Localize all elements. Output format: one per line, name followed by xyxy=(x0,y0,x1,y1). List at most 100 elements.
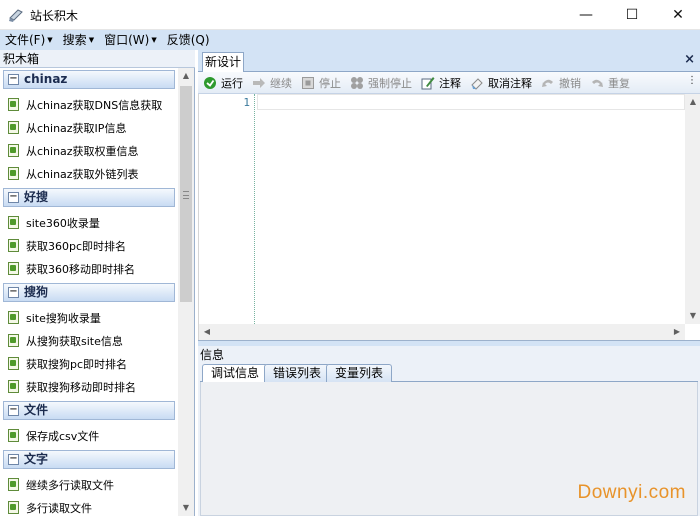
toolbox-item-label: 多行读取文件 xyxy=(26,502,92,515)
minimize-button[interactable]: — xyxy=(563,0,609,30)
group-header[interactable]: − 文件 xyxy=(3,401,175,420)
group-title: 好搜 xyxy=(24,190,49,204)
toolbox-item[interactable]: 继续多行读取文件 xyxy=(8,474,176,496)
collapse-icon[interactable]: − xyxy=(8,74,19,85)
comment-icon xyxy=(420,75,435,90)
uncomment-button[interactable]: 取消注释 xyxy=(469,73,532,93)
maximize-button[interactable]: ☐ xyxy=(609,0,655,30)
scroll-up-icon[interactable]: ▲ xyxy=(178,68,194,84)
menu-file[interactable]: 文件(F) ▼ xyxy=(0,30,58,50)
tool-block-icon xyxy=(8,501,20,515)
toolbar-overflow-icon[interactable]: ⋮ xyxy=(687,75,697,86)
tool-block-icon xyxy=(8,98,20,112)
tab-variable-list[interactable]: 变量列表 xyxy=(326,364,393,382)
watermark-text: Downyi.com xyxy=(577,482,686,503)
current-line-input[interactable] xyxy=(257,94,685,110)
tab-new-design[interactable]: 新设计 xyxy=(202,52,244,72)
scroll-right-icon[interactable]: ▶ xyxy=(669,324,685,340)
grip-icon xyxy=(183,191,189,199)
menu-feedback[interactable]: 反馈(Q) xyxy=(162,30,215,50)
toolbox-item-label: 获取搜狗pc即时排名 xyxy=(26,358,128,371)
toolbox-item[interactable]: 从chinaz获取DNS信息获取 xyxy=(8,94,176,116)
redo-button[interactable]: 重复 xyxy=(589,73,630,93)
tab-debug-info[interactable]: 调试信息 xyxy=(202,364,269,382)
scroll-up-icon[interactable]: ▲ xyxy=(685,94,700,110)
window-title: 站长积木 xyxy=(30,9,79,23)
collapse-icon[interactable]: − xyxy=(8,192,19,203)
scroll-thumb[interactable] xyxy=(180,86,192,302)
undo-button[interactable]: 撤销 xyxy=(540,73,581,93)
toolbox-item[interactable]: 从chinaz获取权重信息 xyxy=(8,140,176,162)
menu-bar: 文件(F) ▼ 搜索 ▼ 窗口(W) ▼ 反馈(Q) xyxy=(0,30,700,50)
line-number: 1 xyxy=(243,96,250,109)
group-header[interactable]: − 好搜 xyxy=(3,188,175,207)
toolbox-item-label: 从chinaz获取IP信息 xyxy=(26,122,127,135)
stop-button[interactable]: 停止 xyxy=(300,73,341,93)
redo-icon xyxy=(589,75,604,90)
tab-error-list[interactable]: 错误列表 xyxy=(264,364,331,382)
toolbox-scrollbar[interactable]: ▲ ▼ xyxy=(178,68,194,516)
menu-search[interactable]: 搜索 ▼ xyxy=(58,30,99,50)
undo-icon xyxy=(540,75,555,90)
scroll-down-icon[interactable]: ▼ xyxy=(178,500,194,516)
toolbox-item[interactable]: 从搜狗获取site信息 xyxy=(8,330,176,352)
toolbox-item-label: 获取搜狗移动即时排名 xyxy=(26,381,136,394)
toolbox-item-label: site360收录量 xyxy=(26,217,100,230)
group-title: 文件 xyxy=(24,403,49,417)
collapse-icon[interactable]: − xyxy=(8,405,19,416)
code-editor[interactable]: 1 ▲ ▼ ◀ ▶ xyxy=(198,94,700,340)
line-number-gutter: 1 xyxy=(199,94,255,324)
run-icon xyxy=(202,75,217,90)
uncomment-icon xyxy=(469,75,484,90)
run-button[interactable]: 运行 xyxy=(202,73,243,93)
app-icon xyxy=(9,9,23,22)
toolbox-item[interactable]: 多行读取文件 xyxy=(8,497,176,516)
continue-button[interactable]: 继续 xyxy=(251,73,292,93)
force-stop-button[interactable]: 强制停止 xyxy=(349,73,412,93)
toolbox-item[interactable]: 保存成csv文件 xyxy=(8,425,176,447)
editor-toolbar: 运行 继续 停止 强制停止 注释 取消注释 撤销 重复 ⋮ xyxy=(198,72,700,94)
toolbox-list: − chinaz 从chinaz获取DNS信息获取 从chinaz获取IP信息从chi… xyxy=(0,68,178,516)
toolbox-item[interactable]: 获取360pc即时排名 xyxy=(8,235,176,257)
tool-block-icon xyxy=(8,262,20,276)
collapse-icon[interactable]: − xyxy=(8,454,19,465)
comment-button[interactable]: 注释 xyxy=(420,73,461,93)
group-header[interactable]: − 搜狗 xyxy=(3,283,175,302)
toolbox-item[interactable]: site360收录量 xyxy=(8,212,176,234)
close-tab-icon[interactable]: × xyxy=(684,52,695,67)
scroll-down-icon[interactable]: ▼ xyxy=(685,308,700,324)
toolbox-title: 积木箱 xyxy=(0,50,195,68)
close-button[interactable]: ✕ xyxy=(655,0,700,30)
caret-down-icon: ▼ xyxy=(88,36,95,44)
toolbox-item[interactable]: 从chinaz获取IP信息 xyxy=(8,117,176,139)
toolbox-item-label: 获取360pc即时排名 xyxy=(26,240,127,253)
collapse-icon[interactable]: − xyxy=(8,287,19,298)
editor-vertical-scrollbar[interactable]: ▲ ▼ xyxy=(685,94,700,324)
group-header[interactable]: − chinaz xyxy=(3,70,175,89)
title-bar: 站长积木 — ☐ ✕ xyxy=(0,0,700,30)
toolbox-item-label: 从chinaz获取DNS信息获取 xyxy=(26,99,163,112)
tool-block-icon xyxy=(8,478,20,492)
toolbox-item[interactable]: 获取360移动即时排名 xyxy=(8,258,176,280)
caret-down-icon: ▼ xyxy=(47,36,53,44)
menu-window[interactable]: 窗口(W) ▼ xyxy=(99,30,162,50)
editor-horizontal-scrollbar[interactable]: ◀ ▶ xyxy=(199,324,685,340)
tool-block-icon xyxy=(8,167,20,181)
info-title: 信息 xyxy=(200,348,225,362)
toolbox-item-label: 继续多行读取文件 xyxy=(26,479,114,492)
tool-block-icon xyxy=(8,216,20,230)
tool-block-icon xyxy=(8,334,20,348)
toolbox-item[interactable]: 获取搜狗pc即时排名 xyxy=(8,353,176,375)
maximize-icon: ☐ xyxy=(625,7,639,23)
group-header[interactable]: − 文字 xyxy=(3,450,175,469)
tool-block-icon xyxy=(8,429,20,443)
toolbox-item[interactable]: 获取搜狗移动即时排名 xyxy=(8,376,176,398)
toolbox-item[interactable]: site搜狗收录量 xyxy=(8,307,176,329)
toolbox-item-label: 获取360移动即时排名 xyxy=(26,263,135,276)
toolbox-item[interactable]: 从chinaz获取外链列表 xyxy=(8,163,176,185)
document-tab-bar: 新设计 × xyxy=(198,50,700,72)
toolbox-item-label: 保存成csv文件 xyxy=(26,430,100,443)
design-panel: 新设计 × 运行 继续 停止 强制停止 注释 取消注释 撤销 重复 ⋮ 1 ▲ … xyxy=(198,50,700,516)
continue-icon xyxy=(251,75,266,90)
scroll-left-icon[interactable]: ◀ xyxy=(199,324,215,340)
